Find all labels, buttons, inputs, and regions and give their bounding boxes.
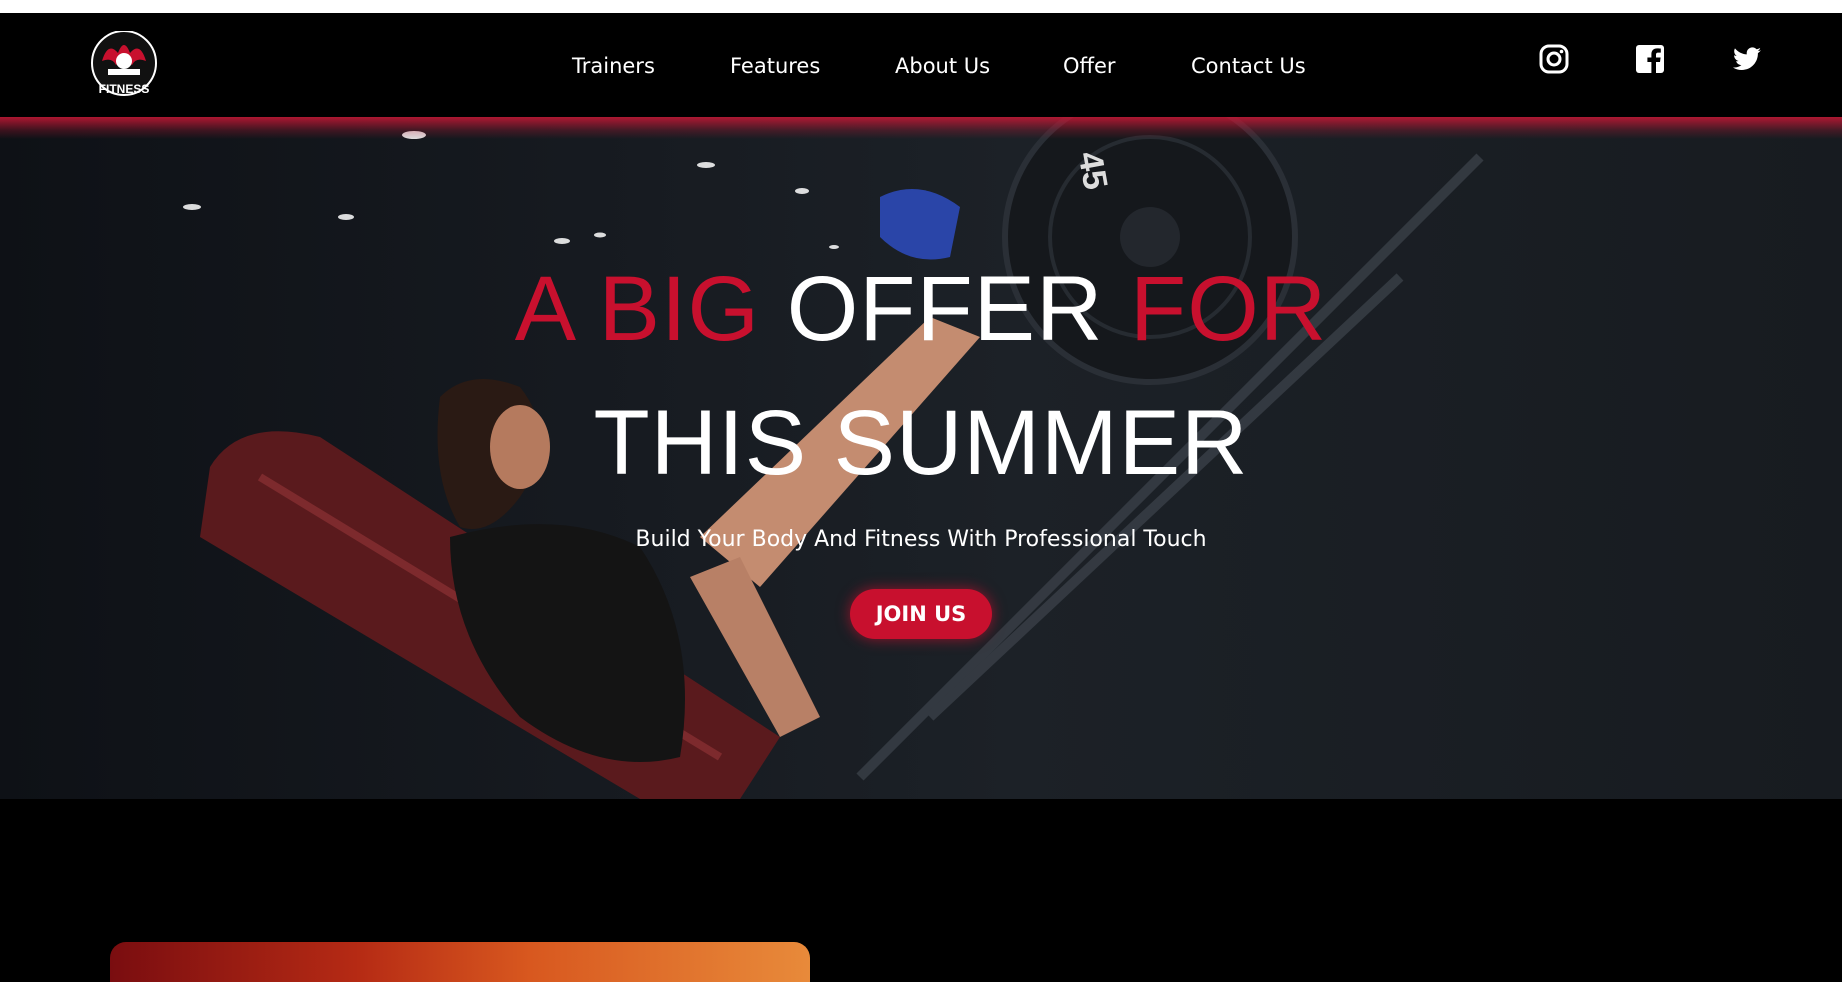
navbar: FITNESS Trainers Features About Us Offer… [0, 13, 1842, 117]
fitness-logo[interactable]: FITNESS [88, 30, 160, 103]
hero-headline-line1: A BIG OFFER FOR [0, 257, 1842, 362]
svg-text:45: 45 [1071, 149, 1115, 193]
nav-link-about-us[interactable]: About Us [895, 54, 990, 78]
headline-word-a-big: A BIG [514, 258, 761, 360]
feature-card-preview [110, 942, 810, 982]
join-us-button[interactable]: JOIN US [850, 589, 992, 639]
top-strip [0, 0, 1842, 13]
headline-word-offer: OFFER [786, 258, 1104, 360]
logo-emblem-icon: FITNESS [91, 30, 157, 96]
hero-headline-line2: THIS SUMMER [593, 392, 1249, 494]
instagram-icon[interactable] [1538, 43, 1570, 75]
facebook-icon[interactable] [1634, 43, 1666, 75]
nav-link-features[interactable]: Features [730, 54, 820, 78]
headline-word-for: FOR [1130, 258, 1328, 360]
hero-subtitle: Build Your Body And Fitness With Profess… [635, 527, 1207, 552]
nav-link-offer[interactable]: Offer [1063, 54, 1116, 78]
nav-link-contact-us[interactable]: Contact Us [1191, 54, 1306, 78]
hero-top-glow [0, 117, 1842, 139]
nav-link-trainers[interactable]: Trainers [572, 54, 655, 78]
svg-text:FITNESS: FITNESS [99, 82, 150, 96]
twitter-icon[interactable] [1731, 43, 1763, 75]
hero-section: 45 A BIG OFFER FOR THIS SUMMER Build You… [0, 117, 1842, 799]
